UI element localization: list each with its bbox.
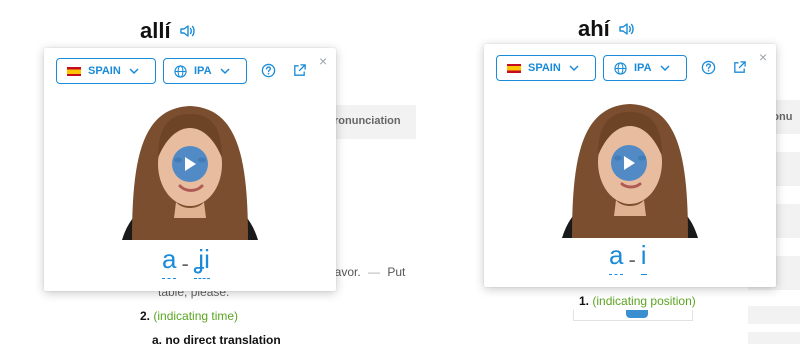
notation-select[interactable]: IPA: [603, 55, 687, 81]
example-en: Put: [387, 265, 406, 279]
syllable-separator: -: [628, 247, 636, 272]
syllable-breakdown: a - i: [609, 240, 647, 275]
example-image-thumb: [573, 310, 693, 321]
play-icon: [624, 156, 635, 170]
syllable-1[interactable]: a: [162, 244, 177, 279]
syllable-2[interactable]: ʝi: [193, 244, 211, 279]
notation-label: IPA: [194, 65, 212, 77]
headword-right: ahí: [578, 16, 636, 42]
chevron-down-icon: [220, 68, 230, 75]
region-select[interactable]: SPAIN: [496, 55, 596, 81]
example-dash: —: [368, 265, 381, 279]
headword-text: ahí: [578, 16, 610, 41]
help-circle-icon[interactable]: [701, 60, 716, 75]
external-link-icon[interactable]: [292, 63, 307, 78]
globe-icon: [614, 61, 627, 75]
region-label: SPAIN: [88, 65, 121, 77]
play-button[interactable]: [172, 146, 208, 182]
sidebar-block-4: [748, 306, 800, 324]
syllable-breakdown: a - ʝi: [162, 244, 211, 279]
region-select[interactable]: SPAIN: [56, 58, 156, 84]
sidebar-block-5: [748, 332, 800, 344]
help-circle-icon[interactable]: [261, 63, 276, 78]
syllable-2[interactable]: i: [640, 240, 647, 275]
pronunciation-popup-right: × SPAIN IPA a - i: [484, 44, 776, 287]
pronunciation-popup-left: × SPAIN IPA a - ʝi: [44, 48, 336, 291]
chevron-down-icon: [569, 65, 579, 72]
headword-left: allí: [140, 18, 197, 44]
sense-number: 1.: [579, 294, 590, 308]
close-icon[interactable]: ×: [759, 50, 767, 64]
globe-icon: [174, 64, 187, 78]
sense-label: (indicating time): [153, 309, 239, 323]
chevron-down-icon: [660, 65, 670, 72]
sense-2-left: 2. (indicating time): [140, 309, 238, 323]
speaker-icon[interactable]: [618, 20, 636, 38]
play-icon: [185, 157, 196, 171]
region-label: SPAIN: [528, 62, 561, 74]
sub-sense-left: a. no direct translation: [152, 333, 281, 347]
notation-select[interactable]: IPA: [163, 58, 247, 84]
notation-label: IPA: [634, 62, 652, 74]
sense-number: 2.: [140, 309, 151, 323]
speaker-video[interactable]: [102, 98, 278, 240]
example-sentence-left: r favor. — Put: [324, 265, 405, 279]
spain-flag-icon: [507, 63, 521, 73]
sense-label: (indicating position): [592, 294, 696, 308]
headword-text: allí: [140, 18, 171, 43]
chevron-down-icon: [129, 68, 139, 75]
external-link-icon[interactable]: [732, 60, 747, 75]
spain-flag-icon: [67, 66, 81, 76]
pronunciation-tab-label-left: ronunciation: [334, 115, 401, 127]
speaker-icon[interactable]: [179, 22, 197, 40]
play-button[interactable]: [611, 145, 647, 181]
speaker-video[interactable]: [542, 96, 718, 238]
syllable-1[interactable]: a: [609, 240, 624, 275]
close-icon[interactable]: ×: [319, 54, 327, 68]
syllable-separator: -: [181, 251, 189, 276]
sense-1-right: 1. (indicating position): [579, 294, 696, 308]
